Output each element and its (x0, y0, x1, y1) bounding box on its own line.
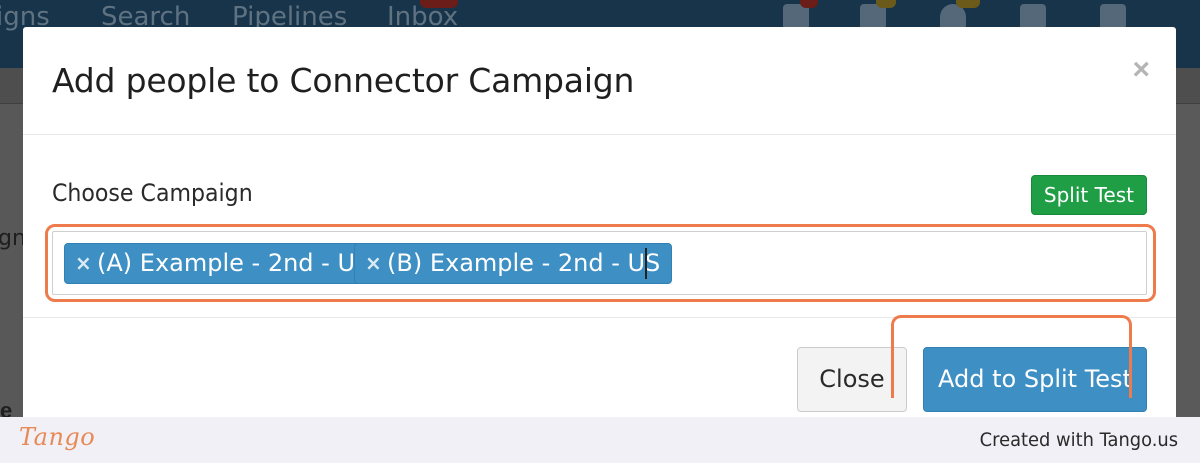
tango-footer: Tango Created with Tango.us (0, 417, 1200, 463)
dollar-badge (800, 0, 818, 8)
add-button-highlight (891, 315, 1132, 398)
tango-credit: Created with Tango.us (979, 429, 1178, 451)
campaign-tag-b: × (B) Example - 2nd - US (354, 243, 673, 284)
split-test-badge: Split Test (1030, 175, 1147, 215)
campaign-multiselect[interactable]: × (A) Example - 2nd - US × (B) Example -… (52, 231, 1147, 295)
campaign-tag-b-label: (B) Example - 2nd - US (387, 249, 661, 277)
modal-title: Add people to Connector Campaign (52, 61, 635, 100)
inbox-badge (420, 0, 458, 8)
tango-logo: Tango (19, 423, 96, 451)
text-cursor (645, 248, 647, 279)
remove-tag-a-icon[interactable]: × (75, 244, 92, 283)
remove-tag-b-icon[interactable]: × (365, 244, 382, 283)
background-sidebar (0, 104, 24, 417)
bell-badge (956, 0, 980, 8)
modal-header: Add people to Connector Campaign × (23, 27, 1176, 135)
campaign-tag-a: × (A) Example - 2nd - US (64, 243, 383, 284)
clipboard-badge (876, 0, 896, 8)
modal-body: Choose Campaign Split Test × (A) Example… (23, 135, 1176, 318)
close-icon[interactable]: × (1132, 55, 1150, 85)
campaign-tag-a-label: (A) Example - 2nd - US (97, 249, 371, 277)
choose-campaign-label: Choose Campaign (52, 179, 253, 207)
